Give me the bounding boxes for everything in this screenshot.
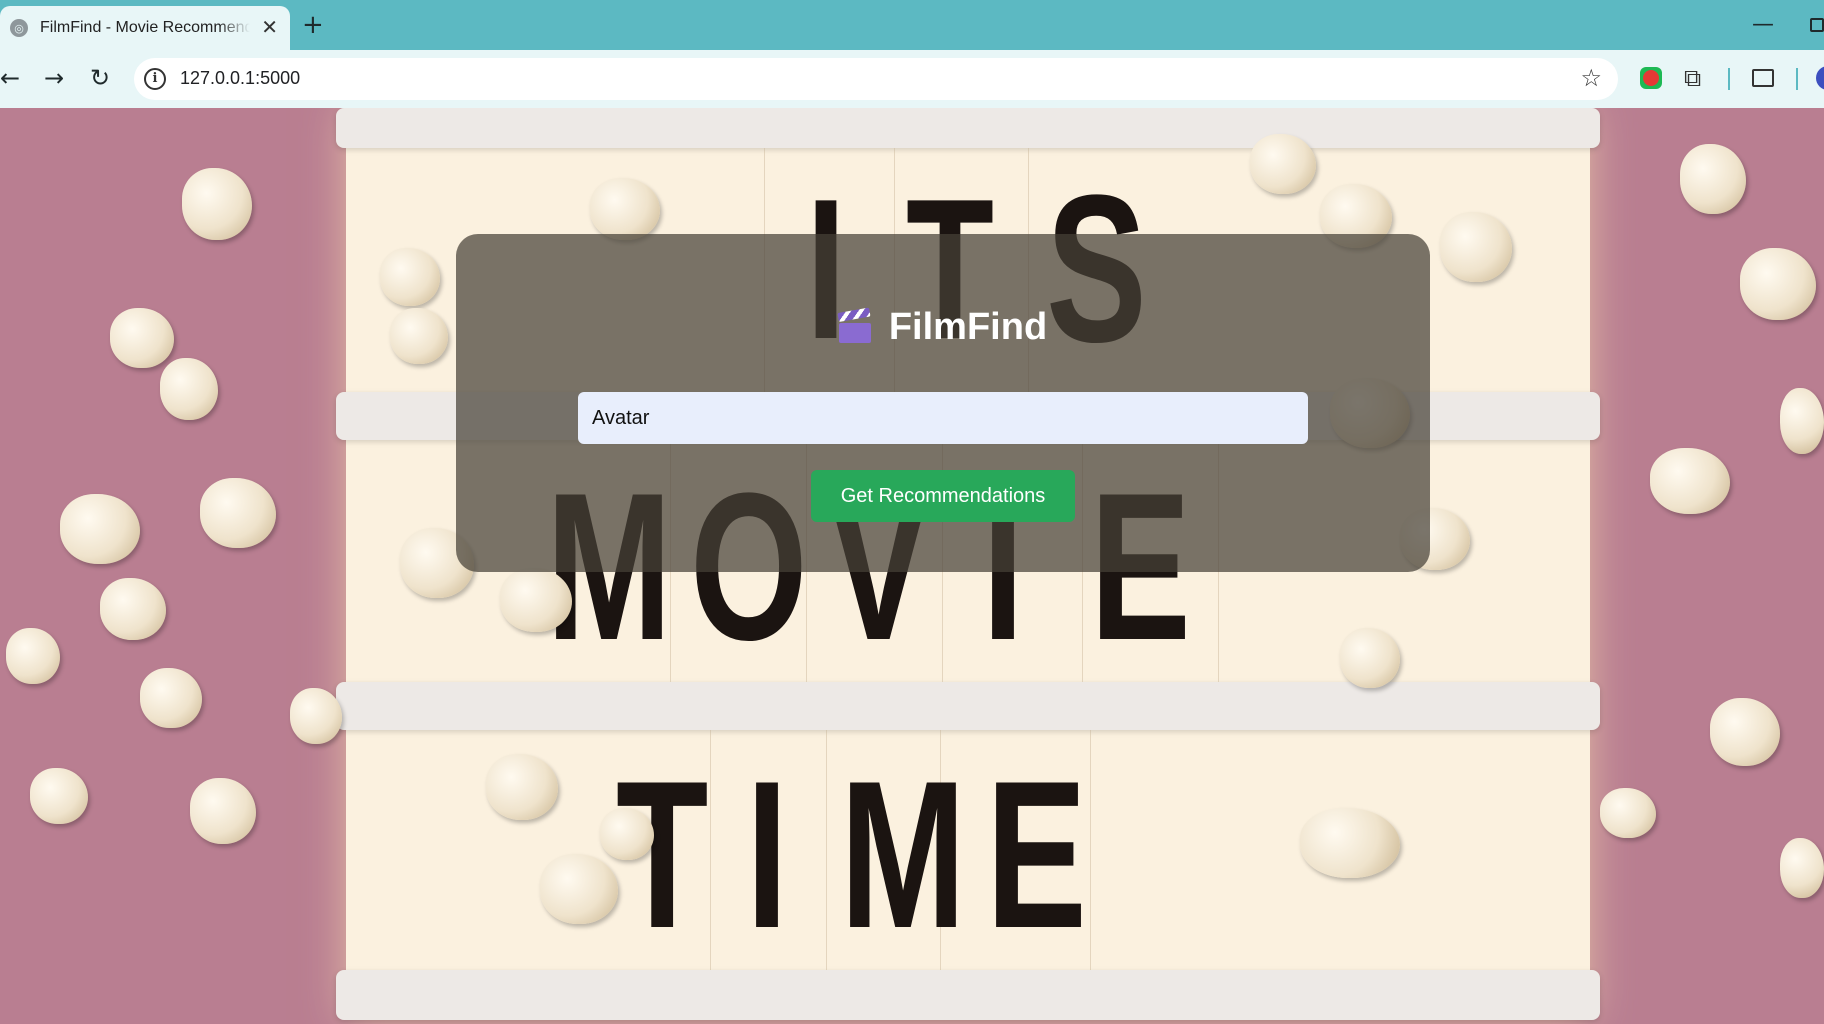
browser-toolbar: ← → ↻ i 127.0.0.1:5000 ☆ ⧉ (0, 50, 1824, 108)
address-bar[interactable]: i 127.0.0.1:5000 ☆ (134, 58, 1618, 100)
popcorn-piece (6, 628, 60, 684)
popcorn-piece (160, 358, 218, 420)
app-title-text: FilmFind (888, 306, 1048, 348)
profile-icon[interactable] (1816, 66, 1824, 90)
globe-icon: ◎ (10, 19, 28, 37)
minimize-icon[interactable]: — (1752, 12, 1774, 37)
popcorn-piece (590, 178, 660, 240)
popcorn-piece (1710, 698, 1780, 766)
tab-title: FilmFind - Movie Recommender (40, 19, 250, 36)
search-card: FilmFind Get Recommendations (456, 234, 1430, 572)
popcorn-piece (390, 308, 448, 364)
maximize-icon[interactable] (1810, 18, 1824, 32)
clapper-board-icon (837, 307, 871, 343)
new-tab-button[interactable]: + (302, 10, 324, 40)
popcorn-piece (1300, 808, 1400, 878)
reload-icon[interactable]: ↻ (90, 63, 110, 93)
popcorn-piece (1250, 134, 1316, 194)
popcorn-piece (1340, 628, 1400, 688)
lightbox-rail (336, 970, 1600, 1020)
lightbox-letter: I (746, 737, 789, 972)
popcorn-piece (290, 688, 342, 744)
popcorn-piece (30, 768, 88, 824)
lightbox-rail (336, 682, 1600, 730)
popcorn-piece (1780, 838, 1824, 898)
popcorn-piece (140, 668, 202, 728)
lightbox-rail (336, 108, 1600, 148)
letter-slot (826, 730, 827, 970)
popcorn-piece (500, 568, 572, 632)
letter-slot (710, 730, 711, 970)
popcorn-piece (600, 808, 654, 860)
letter-slot (1090, 730, 1091, 970)
popcorn-piece (1680, 144, 1746, 214)
popcorn-piece (100, 578, 166, 640)
popcorn-piece (1650, 448, 1730, 514)
popcorn-piece (1440, 212, 1512, 282)
star-icon[interactable]: ☆ (1580, 64, 1602, 92)
toolbar-divider (1728, 68, 1730, 90)
app-title: FilmFind (456, 306, 1430, 349)
cast-icon[interactable] (1752, 69, 1774, 87)
popcorn-piece (60, 494, 140, 564)
popcorn-piece (110, 308, 174, 368)
forward-icon[interactable]: → (44, 63, 64, 93)
puzzle-icon[interactable]: ⧉ (1684, 64, 1701, 92)
popcorn-piece (1780, 388, 1824, 454)
extension-icon[interactable] (1640, 67, 1662, 89)
browser-tab[interactable]: ◎ FilmFind - Movie Recommender ✕ (0, 6, 290, 50)
tab-close-icon[interactable]: ✕ (261, 16, 278, 38)
back-icon[interactable]: ← (0, 63, 20, 93)
popcorn-piece (1740, 248, 1816, 320)
url-text[interactable]: 127.0.0.1:5000 (180, 68, 300, 89)
toolbar-divider (1796, 68, 1798, 90)
popcorn-piece (486, 754, 558, 820)
popcorn-piece (540, 854, 618, 924)
lightbox-letter: M (840, 737, 966, 972)
popcorn-piece (182, 168, 252, 240)
browser-tabstrip: ◎ FilmFind - Movie Recommender ✕ + — (0, 0, 1824, 50)
popcorn-piece (190, 778, 256, 844)
lightbox-letter: E (986, 737, 1087, 972)
get-recommendations-button[interactable]: Get Recommendations (811, 470, 1075, 522)
page-viewport: I T S M O V I E T I M E (0, 108, 1824, 1024)
info-icon[interactable]: i (144, 68, 166, 90)
movie-search-input[interactable] (578, 392, 1308, 444)
popcorn-piece (200, 478, 276, 548)
popcorn-piece (380, 248, 440, 306)
popcorn-piece (1600, 788, 1656, 838)
